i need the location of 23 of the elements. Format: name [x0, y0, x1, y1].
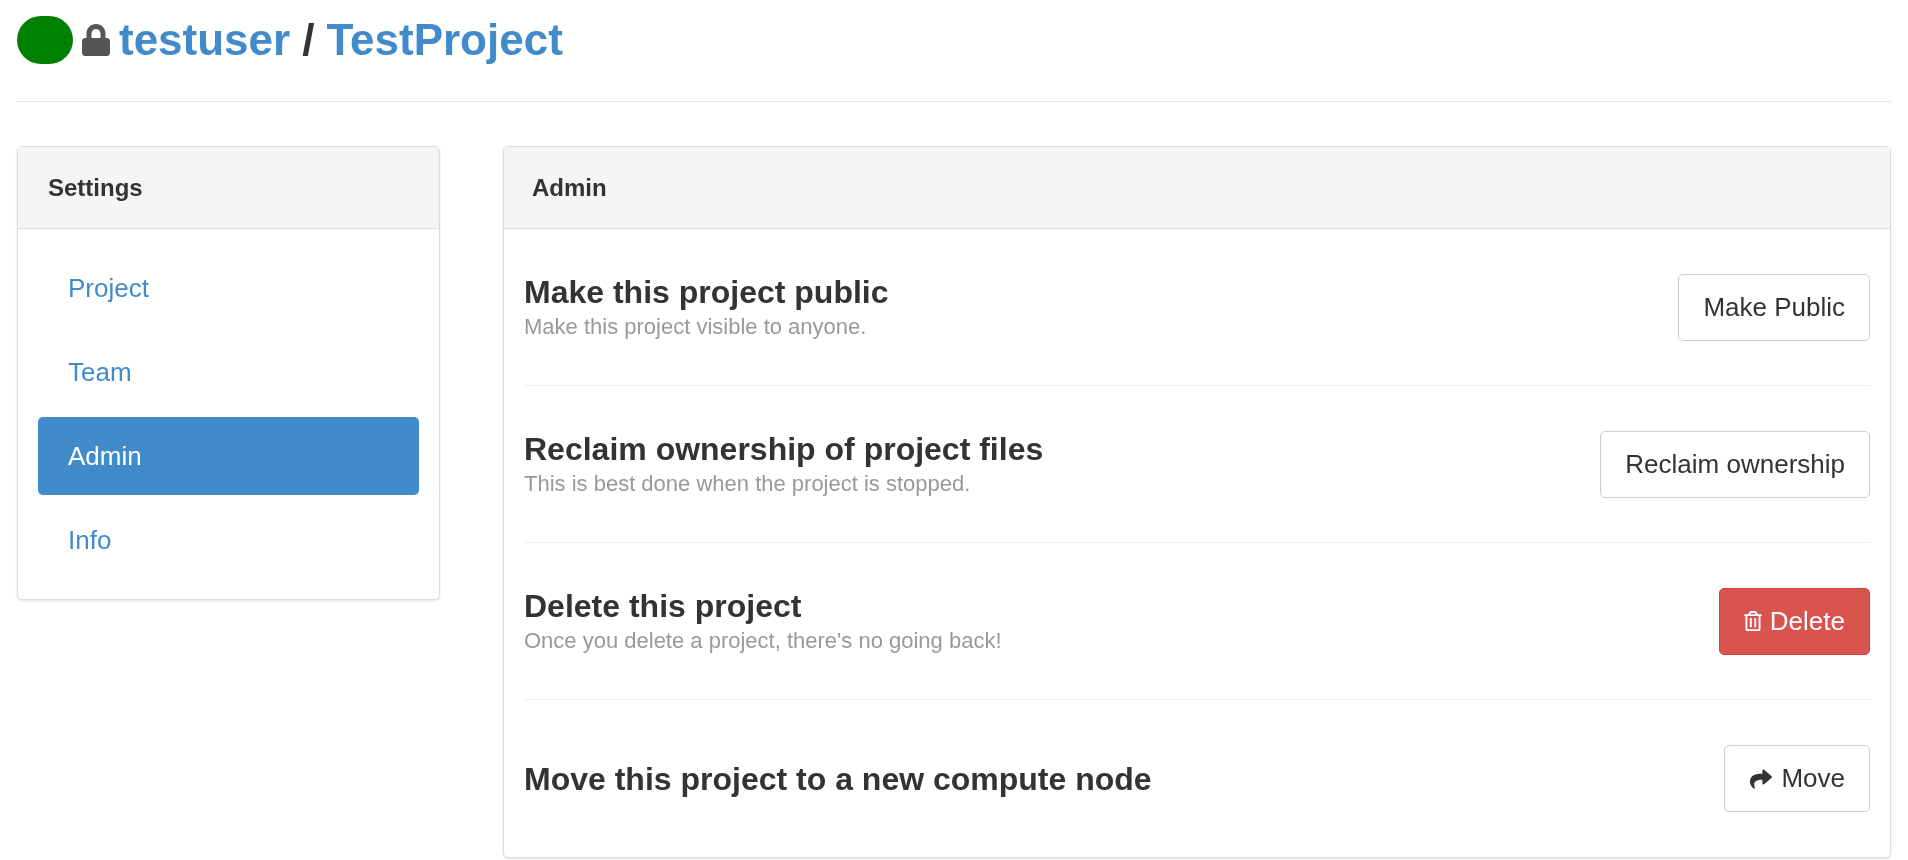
sidebar-nav-item[interactable]: Info: [38, 501, 419, 579]
setting-title: Reclaim ownership of project files: [524, 430, 1044, 469]
panel-heading: Settings: [18, 147, 439, 229]
project-link[interactable]: TestProject: [326, 7, 563, 73]
sidebar-nav-item[interactable]: Admin: [38, 417, 419, 495]
path-separator: /: [302, 14, 315, 66]
lock-icon: [81, 24, 111, 56]
setting-description: This is best done when the project is stopped.: [524, 470, 972, 498]
panel-heading: Admin: [504, 147, 1890, 229]
setting-title: Make this project public: [524, 273, 889, 312]
action-button[interactable]: Delete: [1718, 587, 1870, 655]
setting-title: Move this project to a new compute node: [524, 759, 1152, 799]
owner-link[interactable]: testuser: [119, 7, 291, 73]
curved-arrow-icon: [1749, 767, 1774, 790]
setting-description: Make this project visible to anyone.: [524, 313, 868, 341]
action-button[interactable]: Reclaim ownership: [1600, 430, 1870, 498]
trash-icon: [1743, 611, 1762, 631]
action-button[interactable]: Make Public: [1678, 273, 1870, 341]
setting-description: Once you delete a project, there's no going back!: [524, 627, 1002, 655]
sidebar-nav-item[interactable]: Team: [38, 333, 419, 411]
sidebar-nav-item[interactable]: Project: [38, 249, 419, 327]
action-button[interactable]: Move: [1724, 745, 1870, 812]
setting-title: Delete this project: [524, 587, 803, 626]
